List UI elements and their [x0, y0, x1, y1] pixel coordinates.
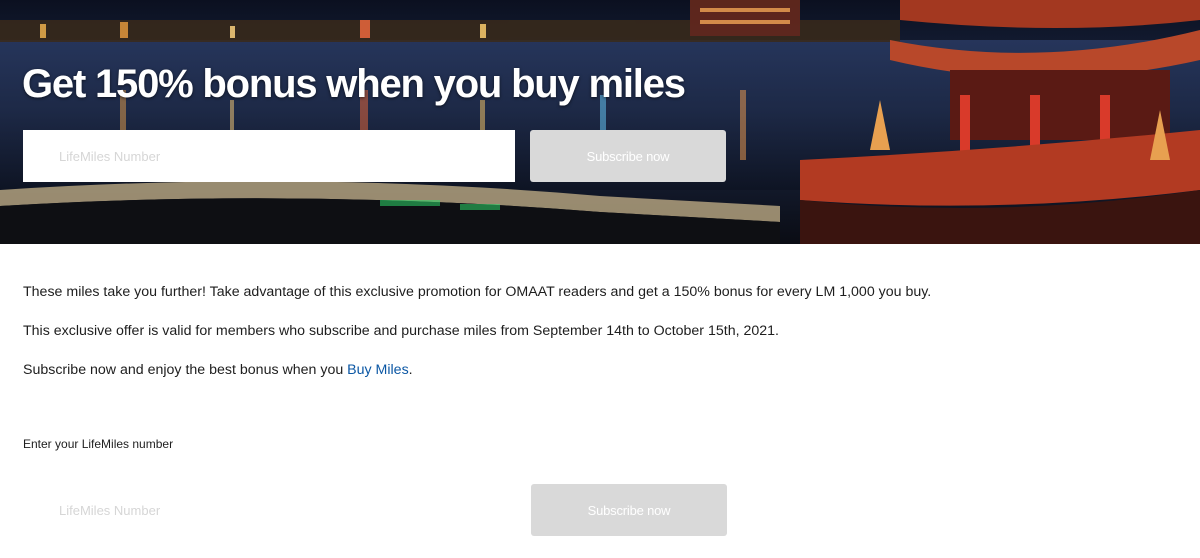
- promo-content: These miles take you further! Take advan…: [23, 284, 1173, 401]
- hero-lifemiles-number-input[interactable]: [23, 130, 515, 182]
- subscribe-button[interactable]: Subscribe now: [531, 484, 727, 536]
- promo-paragraph-3: Subscribe now and enjoy the best bonus w…: [23, 362, 1173, 378]
- hero-background-image: [0, 0, 1200, 244]
- hero-banner: Get 150% bonus when you buy miles Subscr…: [0, 0, 1200, 244]
- promo-paragraph-3-end: .: [408, 362, 413, 378]
- promo-paragraph-2: This exclusive offer is valid for member…: [23, 323, 779, 339]
- promo-paragraph-3-text: Subscribe now and enjoy the best bonus w…: [23, 362, 348, 378]
- buy-miles-link[interactable]: Buy Miles: [347, 362, 409, 378]
- lifemiles-number-input[interactable]: [23, 484, 515, 536]
- hero-subscribe-button[interactable]: Subscribe now: [530, 130, 726, 182]
- hero-title: Get 150% bonus when you buy miles: [22, 62, 686, 106]
- promo-paragraph-1: These miles take you further! Take advan…: [23, 284, 932, 300]
- lifemiles-number-label: Enter your LifeMiles number: [23, 437, 174, 451]
